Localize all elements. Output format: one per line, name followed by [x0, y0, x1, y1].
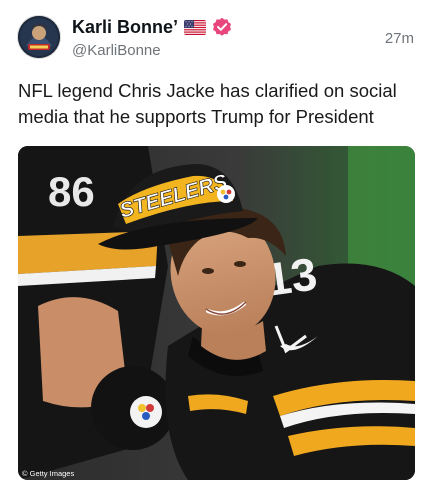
photo-credit: © Getty Images — [22, 469, 75, 478]
author-handle[interactable]: @KarliBonne — [72, 42, 161, 59]
verified-badge-icon — [213, 17, 232, 36]
us-flag-icon — [184, 19, 207, 35]
post-text: NFL legend Chris Jacke has clarified on … — [18, 80, 397, 127]
post-card[interactable]: Karli Bonne’ @KarliBonne 27m NFL legend … — [0, 0, 432, 500]
post-image[interactable]: 86 13 STEELERS © Getty Images — [18, 146, 415, 480]
avatar[interactable] — [18, 16, 60, 58]
post-timestamp[interactable]: 27m — [385, 30, 414, 47]
football-player-photo: 86 13 STEELERS — [18, 146, 415, 480]
avatar-image — [18, 16, 60, 58]
background-jersey-number: 86 — [48, 168, 95, 215]
display-name[interactable]: Karli Bonne’ — [72, 17, 178, 38]
